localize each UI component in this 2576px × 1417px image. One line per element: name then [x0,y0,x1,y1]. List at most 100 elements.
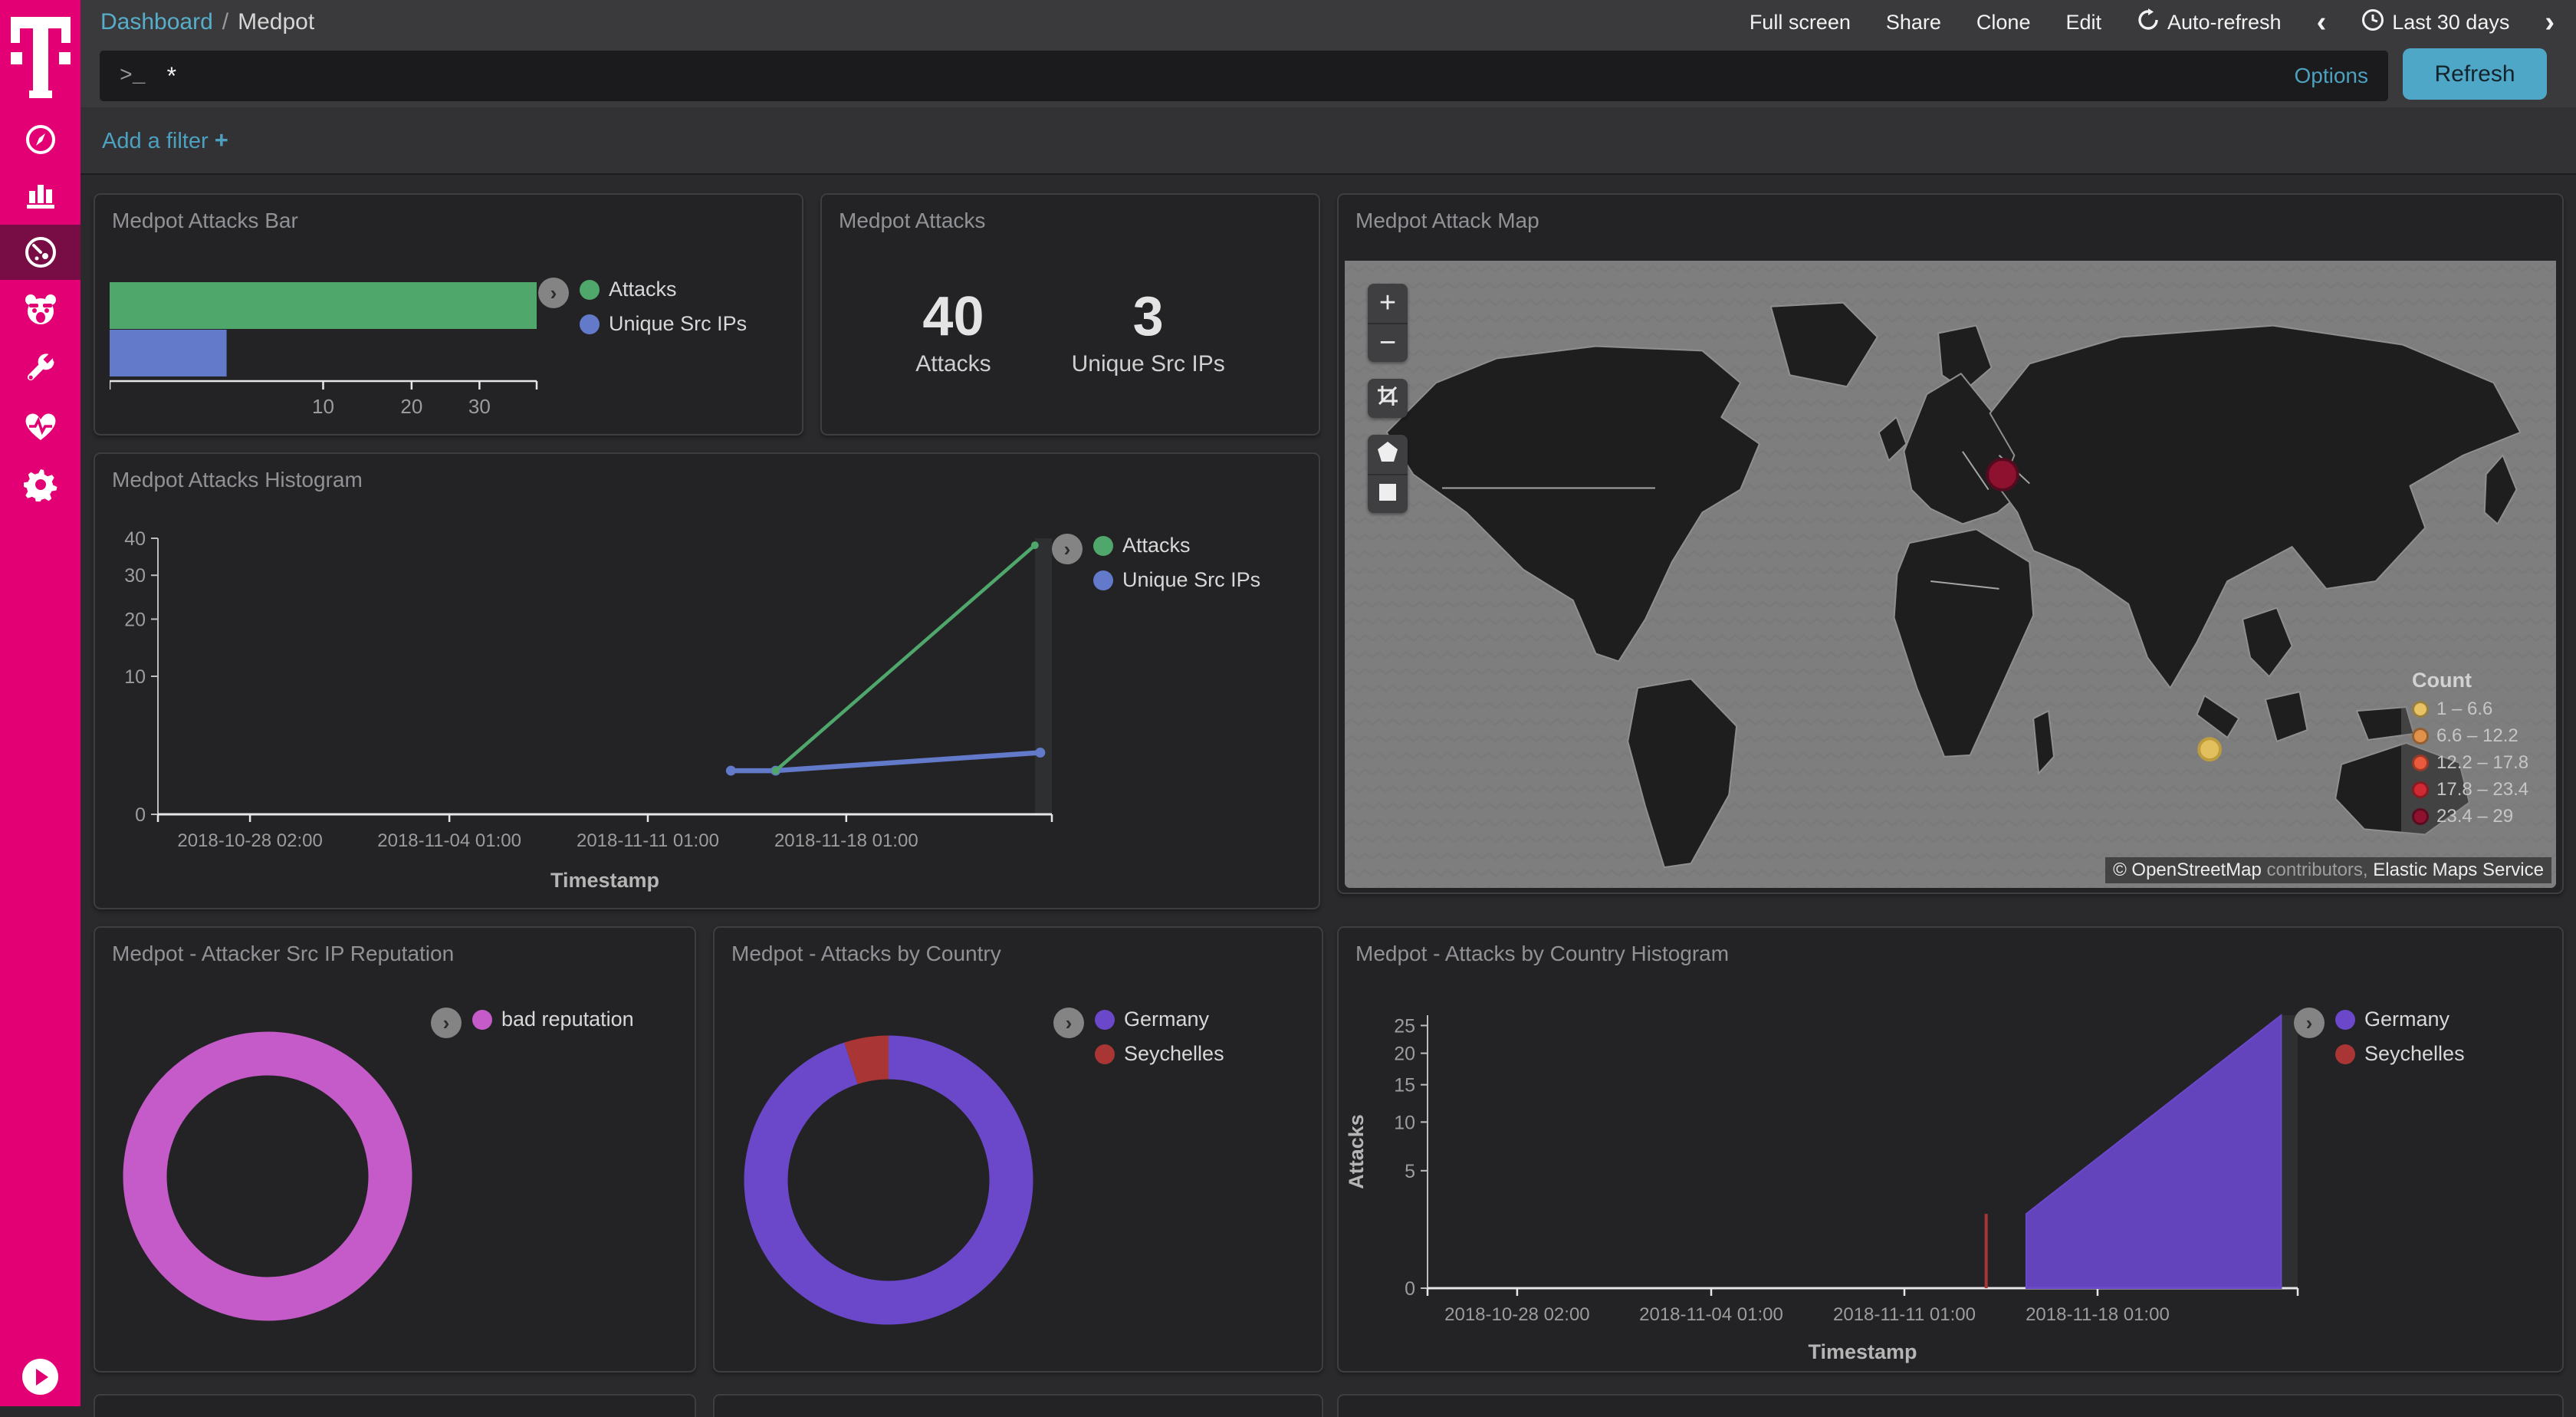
dashboard-grid: Medpot Attacks Bar 102030 ›AttacksUnique… [80,176,2576,1406]
legend-label: Seychelles [2364,1042,2465,1066]
sidebar-item-tpot[interactable] [0,282,80,337]
auto-refresh-button[interactable]: Auto-refresh [2137,8,2282,37]
collapse-nav-button[interactable] [22,1359,58,1395]
legend-item[interactable]: Germany [2335,1008,2465,1031]
query-language-icon[interactable]: >_ [120,64,146,88]
map-draw-polygon-button[interactable] [1368,435,1408,474]
plus-icon: + [215,127,228,153]
svg-text:2018-11-18 01:00: 2018-11-18 01:00 [774,830,918,851]
svg-text:5: 5 [1405,1161,1415,1182]
sidebar-item-discover[interactable] [0,112,80,167]
legend-expand-button[interactable]: › [1052,534,1083,564]
map-legend-dot [2412,728,2429,745]
full-screen-button[interactable]: Full screen [1750,11,1851,35]
legend-item[interactable]: Germany [1095,1008,1224,1031]
query-options-link[interactable]: Options [2295,64,2369,88]
chart-legend: › Attacks Unique Src IPs [1052,534,1260,592]
map-zoom-in-button[interactable]: + [1368,284,1408,323]
sidebar [0,0,80,1406]
dashboard-gauge-icon [24,235,58,269]
legend-label: bad reputation [501,1008,634,1031]
svg-text:Timestamp: Timestamp [550,869,659,892]
legend-expand-button[interactable]: › [2294,1008,2325,1038]
slice-bad-reputation[interactable] [145,1054,390,1299]
share-button[interactable]: Share [1886,11,1941,35]
legend-color-dot [1095,1044,1115,1064]
map-legend-dot [2412,701,2429,718]
map-legend-item: 23.4 – 29 [2412,806,2525,827]
svg-text:20: 20 [124,609,146,630]
world-map[interactable]: + − [1345,261,2556,888]
query-text: * [167,62,176,90]
legend-expand-button[interactable]: › [1053,1008,1084,1038]
map-point-germany[interactable] [1987,459,2018,490]
map-fit-bounds-button[interactable] [1368,379,1408,418]
breadcrumb-dashboard-link[interactable]: Dashboard [100,9,213,35]
sidebar-item-monitoring[interactable] [0,399,80,454]
bar-attacks[interactable] [110,282,537,329]
map-point-seychelles[interactable] [2199,738,2220,760]
bar-unique-src-ips[interactable] [110,330,227,376]
legend-item[interactable]: Unique Src IPs [580,312,747,336]
map-legend-label: 23.4 – 29 [2436,806,2513,827]
play-icon [36,1369,48,1386]
legend-expand-button[interactable]: › [538,278,569,308]
legend-expand-button[interactable]: › [431,1008,462,1038]
add-filter-link[interactable]: Add a filter + [102,127,228,154]
map-draw-rect-button[interactable] [1368,474,1408,513]
sidebar-item-management[interactable] [0,457,80,512]
gear-icon [24,468,58,501]
panel-attacks-by-country-histogram: Medpot - Attacks by Country Histogram 05… [1337,926,2564,1373]
svg-text:Timestamp: Timestamp [1808,1340,1917,1363]
map-zoom-out-button[interactable]: − [1368,323,1408,362]
sidebar-item-dashboard[interactable] [0,225,80,280]
sidebar-item-dev-tools[interactable] [0,340,80,396]
time-range-picker[interactable]: Last 30 days [2361,8,2509,37]
time-forward-arrow[interactable]: › [2545,8,2555,37]
world-map-svg [1345,261,2556,888]
line-attacks[interactable] [776,545,1035,771]
panel-medpot-attack-map: Medpot Attack Map [1337,193,2564,894]
query-bar-row: >_ * Options Refresh [80,44,2576,107]
panel-title: Medpot - Attacks by Country Histogram [1339,928,2562,966]
area-germany[interactable] [2026,1015,2282,1288]
bar-chart-icon [25,179,57,211]
map-count-legend: Count 1 – 6.66.6 – 12.212.2 – 17.817.8 –… [2401,659,2536,842]
search-query-input[interactable]: >_ * Options [100,51,2388,101]
legend-item[interactable]: Seychelles [2335,1042,2465,1066]
refresh-button[interactable]: Refresh [2403,48,2547,100]
legend-item[interactable]: bad reputation [472,1008,634,1031]
legend-item[interactable]: Attacks [580,278,747,301]
slice-germany[interactable] [766,1057,1011,1303]
metric-label: Unique Src IPs [1072,351,1225,377]
country-donut-chart [715,928,1323,1373]
data-point[interactable] [1035,748,1045,758]
legend-item[interactable]: Attacks [1093,534,1260,557]
clone-button[interactable]: Clone [1976,11,2031,35]
legend-color-dot [472,1010,492,1030]
chart-legend: › bad reputation [431,1008,634,1038]
time-back-arrow[interactable]: ‹ [2317,8,2327,37]
legend-label: Germany [1124,1008,1209,1031]
spike-seychelles[interactable] [1985,1214,1988,1288]
legend-item[interactable]: Unique Src IPs [1093,568,1260,592]
legend-color-dot [1095,1010,1115,1030]
sidebar-item-visualize[interactable] [0,167,80,222]
legend-color-dot [2335,1010,2355,1030]
breadcrumb-current-page: Medpot [238,9,314,35]
metric-values: 40 Attacks 3 Unique Src IPs [822,241,1319,425]
map-legend-dot [2412,781,2429,798]
svg-text:30: 30 [468,395,491,418]
edit-button[interactable]: Edit [2065,11,2101,35]
data-point[interactable] [772,767,780,774]
svg-text:10: 10 [312,395,334,418]
svg-text:0: 0 [135,804,146,826]
legend-item[interactable]: Seychelles [1095,1042,1224,1066]
polygon-icon [1376,438,1399,471]
openstreetmap-link[interactable]: © OpenStreetMap [2113,860,2262,880]
svg-text:30: 30 [124,565,146,587]
data-point[interactable] [1031,541,1039,549]
data-point[interactable] [726,766,736,776]
elastic-maps-link[interactable]: Elastic Maps Service [2373,860,2544,880]
legend-color-dot [1093,570,1113,590]
